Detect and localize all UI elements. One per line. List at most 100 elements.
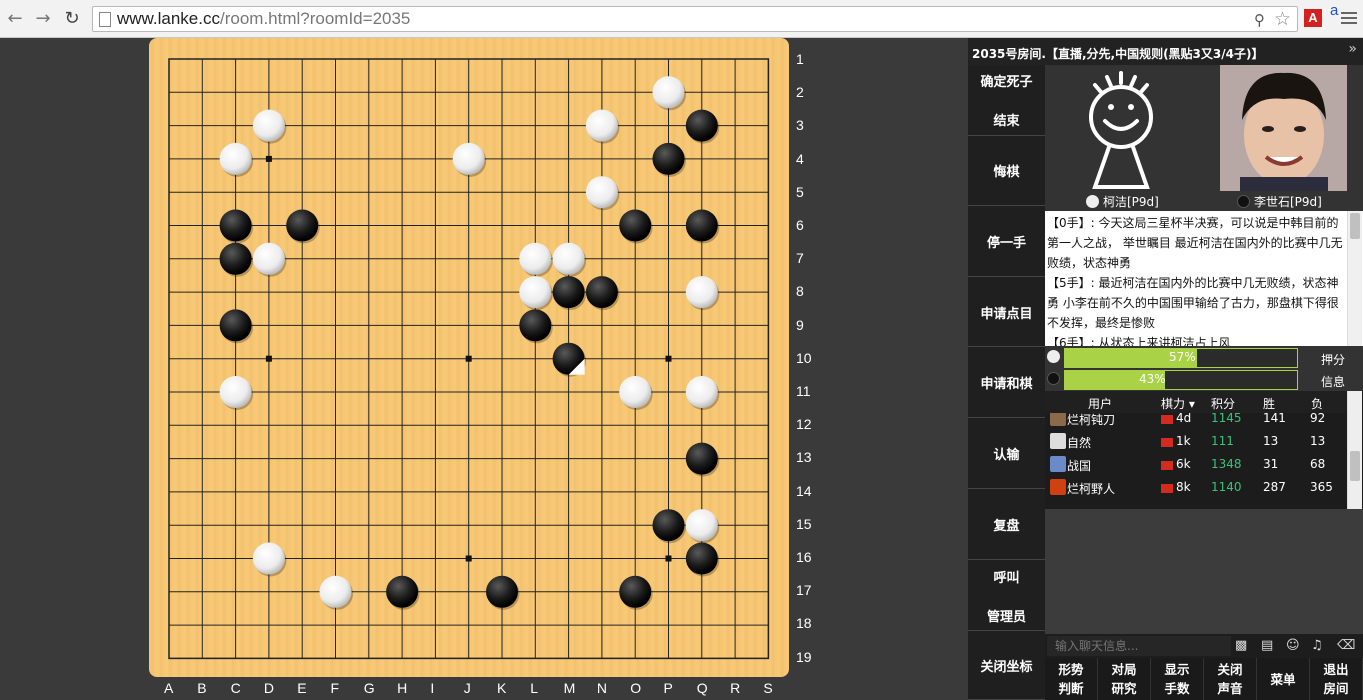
header-rank[interactable]: 棋力 ▾ [1161, 395, 1195, 412]
user-avatar-icon [1050, 413, 1066, 426]
tool-label: 声音 [1217, 681, 1243, 696]
row-coordinate: 18 [796, 615, 812, 632]
undo-button[interactable]: 悔棋 [968, 135, 1045, 206]
reload-icon[interactable]: ↻ [61, 8, 83, 30]
black-stone [685, 209, 718, 242]
black-player-label: 李世石[P9d] [1254, 195, 1322, 209]
translate-extension-icon[interactable]: a [1330, 2, 1338, 19]
game-study-button[interactable]: 对局 研究 [1098, 658, 1151, 700]
commentary-box[interactable]: 【0手】: 今天这局三星杯半决赛，可以说是中韩目前的第一人之战， 举世瞩目 最近… [1045, 211, 1363, 346]
emoji-icon[interactable]: ☺ [1286, 638, 1300, 653]
user-list-scrollbar[interactable] [1347, 391, 1362, 509]
chat-messages [1045, 509, 1363, 634]
column-coordinate: O [630, 680, 642, 696]
review-button[interactable]: 复盘 [968, 490, 1045, 560]
black-stone [219, 209, 252, 242]
row-coordinate: 11 [796, 383, 811, 399]
black-stone [619, 209, 652, 242]
situation-judge-button[interactable]: 形势 判断 [1045, 658, 1098, 700]
info-button[interactable]: 信息 [1321, 373, 1345, 390]
column-coordinate: B [197, 680, 207, 696]
zoom-icon[interactable]: ⚲ [1254, 11, 1265, 29]
white-stone [585, 109, 618, 142]
bookmark-star-icon[interactable]: ☆ [1274, 8, 1291, 30]
white-stone [519, 242, 552, 275]
white-stone [619, 376, 652, 408]
black-stone [219, 309, 252, 342]
user-avatar-icon [1050, 479, 1066, 495]
bet-button[interactable]: 押分 [1321, 351, 1345, 368]
action-label: 停一手 [986, 236, 1026, 251]
user-score: 1140 [1211, 480, 1242, 494]
header-win[interactable]: 胜 [1263, 395, 1275, 412]
browser-menu-icon[interactable] [1341, 12, 1357, 27]
chat-input[interactable] [1047, 636, 1231, 656]
tool-label: 手数 [1164, 681, 1190, 696]
acrobat-extension-icon[interactable]: A [1304, 9, 1322, 27]
user-score: 1145 [1211, 413, 1242, 425]
toggle-coordinates-button[interactable]: 关闭坐标 [968, 632, 1045, 700]
collapse-panel-icon[interactable]: » [1348, 41, 1357, 57]
black-estimate-bar [1064, 370, 1298, 390]
request-draw-button[interactable]: 申请和棋 [968, 348, 1045, 418]
board-grid[interactable] [149, 38, 789, 677]
user-wins: 13 [1263, 434, 1279, 448]
chat-bubble-icon[interactable]: ▩ [1235, 638, 1247, 653]
flag-icon [1161, 438, 1173, 447]
url-path: /room.html?roomId=2035 [219, 9, 411, 28]
pass-button[interactable]: 停一手 [968, 207, 1045, 277]
user-rank: 6k [1176, 457, 1191, 471]
star-point [265, 355, 272, 362]
action-label: 悔棋 [993, 164, 1020, 180]
user-row[interactable]: 战国 6k 1348 31 68 [1045, 453, 1347, 476]
call-admin-button[interactable]: 呼叫 管理员 [968, 561, 1045, 631]
user-list-header: 用户 棋力 ▾ 积分 胜 负 [1045, 391, 1347, 413]
user-row[interactable]: 烂柯钝刀 4d 1145 141 92 [1045, 413, 1347, 430]
forward-arrow-icon[interactable]: → [32, 8, 54, 30]
user-losses: 68 [1310, 457, 1326, 471]
tool-label: 退出 [1323, 662, 1349, 677]
header-user[interactable]: 用户 [1088, 395, 1112, 412]
room-title: 2035号房间.【直播,分先,中国规则(黑贴3又3/4子)】 [968, 38, 1363, 65]
row-coordinate: 1 [796, 51, 804, 67]
go-board[interactable] [149, 38, 789, 677]
white-stone [452, 142, 485, 175]
resign-button[interactable]: 认输 [968, 419, 1045, 489]
url-text[interactable]: www.lanke.cc/room.html?roomId=2035 [117, 9, 410, 29]
back-arrow-icon[interactable]: ← [4, 8, 26, 30]
user-row[interactable]: 烂柯野人 8k 1140 287 365 [1045, 476, 1347, 499]
white-stone [219, 142, 252, 175]
user-score: 111 [1211, 434, 1234, 448]
show-move-numbers-button[interactable]: 显示 手数 [1151, 658, 1204, 700]
exit-room-button[interactable]: 退出 房间 [1310, 658, 1363, 700]
column-coordinate: I [430, 680, 435, 696]
black-stone [486, 575, 518, 608]
user-wins: 31 [1263, 457, 1279, 471]
black-stone [619, 575, 652, 608]
mute-sound-button[interactable]: 关闭 声音 [1204, 658, 1257, 700]
user-losses: 92 [1310, 413, 1326, 425]
header-loss[interactable]: 负 [1311, 395, 1323, 412]
address-bar[interactable]: www.lanke.cc/room.html?roomId=2035 ⚲ ☆ [92, 6, 1298, 32]
commentary-scrollbar[interactable] [1347, 211, 1362, 346]
trash-icon[interactable]: ⌫ [1337, 638, 1355, 653]
row-coordinate: 9 [796, 316, 804, 333]
menu-button[interactable]: 菜单 [1257, 658, 1310, 700]
request-count-button[interactable]: 申请点目 [968, 278, 1045, 347]
column-coordinate: N [596, 680, 608, 696]
black-stone [685, 542, 718, 575]
white-stone [252, 542, 285, 575]
user-row[interactable]: 自然 1k 111 13 13 [1045, 430, 1347, 453]
black-stone [652, 142, 685, 175]
confirm-dead-end-button[interactable]: 确定死子 结束 [968, 65, 1045, 136]
flag-icon [1161, 415, 1173, 424]
header-score[interactable]: 积分 [1211, 395, 1235, 412]
chat-list-icon[interactable]: ▤ [1261, 638, 1273, 653]
tool-label: 判断 [1058, 681, 1084, 696]
white-stone [585, 176, 618, 209]
row-coordinate: 4 [796, 150, 804, 167]
broadcast-icon[interactable]: ♫ [1311, 638, 1323, 653]
board-area: 1 2 3 4 5 6 7 8 9 10 11 12 13 14 15 16 17 18 19 ABCDEFGHIJ… [0, 38, 968, 700]
white-stone [252, 109, 285, 142]
commentary-text: 【0手】: 今天这局三星杯半决赛，可以说是中韩目前的第一人之战， 举世瞩目 最近… [1047, 213, 1345, 346]
